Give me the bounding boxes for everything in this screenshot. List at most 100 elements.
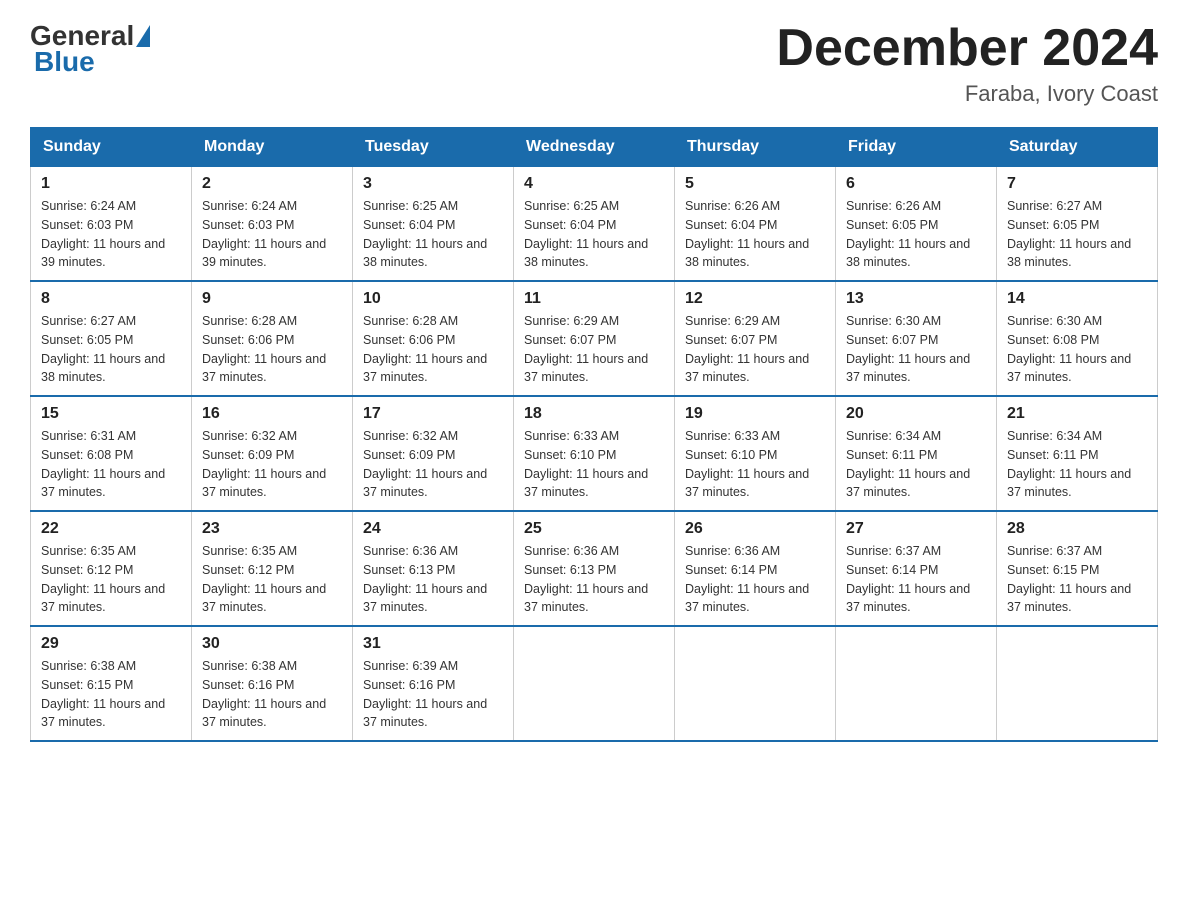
calendar-cell: 31 Sunrise: 6:39 AM Sunset: 6:16 PM Dayl…	[353, 626, 514, 741]
day-info: Sunrise: 6:34 AM Sunset: 6:11 PM Dayligh…	[846, 427, 986, 502]
day-header-tuesday: Tuesday	[353, 128, 514, 167]
calendar-cell: 3 Sunrise: 6:25 AM Sunset: 6:04 PM Dayli…	[353, 167, 514, 282]
day-number: 30	[202, 635, 342, 653]
calendar-cell: 11 Sunrise: 6:29 AM Sunset: 6:07 PM Dayl…	[514, 281, 675, 396]
day-info: Sunrise: 6:36 AM Sunset: 6:13 PM Dayligh…	[363, 542, 503, 617]
day-info: Sunrise: 6:38 AM Sunset: 6:15 PM Dayligh…	[41, 657, 181, 732]
calendar-cell: 2 Sunrise: 6:24 AM Sunset: 6:03 PM Dayli…	[192, 167, 353, 282]
calendar-cell: 26 Sunrise: 6:36 AM Sunset: 6:14 PM Dayl…	[675, 511, 836, 626]
day-info: Sunrise: 6:29 AM Sunset: 6:07 PM Dayligh…	[524, 312, 664, 387]
calendar-cell: 9 Sunrise: 6:28 AM Sunset: 6:06 PM Dayli…	[192, 281, 353, 396]
day-header-saturday: Saturday	[997, 128, 1158, 167]
calendar-cell: 15 Sunrise: 6:31 AM Sunset: 6:08 PM Dayl…	[31, 396, 192, 511]
day-number: 26	[685, 520, 825, 538]
day-number: 31	[363, 635, 503, 653]
day-info: Sunrise: 6:37 AM Sunset: 6:14 PM Dayligh…	[846, 542, 986, 617]
day-info: Sunrise: 6:28 AM Sunset: 6:06 PM Dayligh…	[363, 312, 503, 387]
day-number: 12	[685, 290, 825, 308]
day-number: 13	[846, 290, 986, 308]
calendar-cell: 12 Sunrise: 6:29 AM Sunset: 6:07 PM Dayl…	[675, 281, 836, 396]
day-number: 20	[846, 405, 986, 423]
logo: General Blue	[30, 20, 152, 78]
day-number: 29	[41, 635, 181, 653]
day-info: Sunrise: 6:38 AM Sunset: 6:16 PM Dayligh…	[202, 657, 342, 732]
day-number: 3	[363, 175, 503, 193]
day-number: 5	[685, 175, 825, 193]
calendar-table: SundayMondayTuesdayWednesdayThursdayFrid…	[30, 127, 1158, 742]
day-header-thursday: Thursday	[675, 128, 836, 167]
day-info: Sunrise: 6:31 AM Sunset: 6:08 PM Dayligh…	[41, 427, 181, 502]
calendar-cell: 1 Sunrise: 6:24 AM Sunset: 6:03 PM Dayli…	[31, 167, 192, 282]
day-number: 1	[41, 175, 181, 193]
day-number: 23	[202, 520, 342, 538]
calendar-week-5: 29 Sunrise: 6:38 AM Sunset: 6:15 PM Dayl…	[31, 626, 1158, 741]
day-header-sunday: Sunday	[31, 128, 192, 167]
calendar-cell: 27 Sunrise: 6:37 AM Sunset: 6:14 PM Dayl…	[836, 511, 997, 626]
day-info: Sunrise: 6:35 AM Sunset: 6:12 PM Dayligh…	[41, 542, 181, 617]
calendar-cell: 23 Sunrise: 6:35 AM Sunset: 6:12 PM Dayl…	[192, 511, 353, 626]
calendar-cell	[997, 626, 1158, 741]
calendar-header: SundayMondayTuesdayWednesdayThursdayFrid…	[31, 128, 1158, 167]
calendar-cell: 24 Sunrise: 6:36 AM Sunset: 6:13 PM Dayl…	[353, 511, 514, 626]
calendar-cell: 22 Sunrise: 6:35 AM Sunset: 6:12 PM Dayl…	[31, 511, 192, 626]
calendar-cell: 4 Sunrise: 6:25 AM Sunset: 6:04 PM Dayli…	[514, 167, 675, 282]
day-info: Sunrise: 6:37 AM Sunset: 6:15 PM Dayligh…	[1007, 542, 1147, 617]
day-number: 2	[202, 175, 342, 193]
day-info: Sunrise: 6:26 AM Sunset: 6:04 PM Dayligh…	[685, 197, 825, 272]
calendar-cell: 6 Sunrise: 6:26 AM Sunset: 6:05 PM Dayli…	[836, 167, 997, 282]
logo-blue-text: Blue	[34, 46, 95, 77]
calendar-cell: 28 Sunrise: 6:37 AM Sunset: 6:15 PM Dayl…	[997, 511, 1158, 626]
location-subtitle: Faraba, Ivory Coast	[776, 81, 1158, 107]
calendar-cell: 13 Sunrise: 6:30 AM Sunset: 6:07 PM Dayl…	[836, 281, 997, 396]
calendar-cell: 21 Sunrise: 6:34 AM Sunset: 6:11 PM Dayl…	[997, 396, 1158, 511]
day-info: Sunrise: 6:24 AM Sunset: 6:03 PM Dayligh…	[41, 197, 181, 272]
day-number: 14	[1007, 290, 1147, 308]
day-info: Sunrise: 6:32 AM Sunset: 6:09 PM Dayligh…	[363, 427, 503, 502]
day-info: Sunrise: 6:36 AM Sunset: 6:14 PM Dayligh…	[685, 542, 825, 617]
calendar-cell: 8 Sunrise: 6:27 AM Sunset: 6:05 PM Dayli…	[31, 281, 192, 396]
day-info: Sunrise: 6:33 AM Sunset: 6:10 PM Dayligh…	[524, 427, 664, 502]
day-number: 24	[363, 520, 503, 538]
day-number: 11	[524, 290, 664, 308]
calendar-week-2: 8 Sunrise: 6:27 AM Sunset: 6:05 PM Dayli…	[31, 281, 1158, 396]
day-info: Sunrise: 6:30 AM Sunset: 6:07 PM Dayligh…	[846, 312, 986, 387]
day-info: Sunrise: 6:24 AM Sunset: 6:03 PM Dayligh…	[202, 197, 342, 272]
calendar-cell	[514, 626, 675, 741]
page-header: General Blue December 2024 Faraba, Ivory…	[30, 20, 1158, 107]
day-info: Sunrise: 6:28 AM Sunset: 6:06 PM Dayligh…	[202, 312, 342, 387]
day-info: Sunrise: 6:35 AM Sunset: 6:12 PM Dayligh…	[202, 542, 342, 617]
day-number: 4	[524, 175, 664, 193]
day-number: 10	[363, 290, 503, 308]
day-info: Sunrise: 6:30 AM Sunset: 6:08 PM Dayligh…	[1007, 312, 1147, 387]
day-info: Sunrise: 6:27 AM Sunset: 6:05 PM Dayligh…	[41, 312, 181, 387]
calendar-cell: 7 Sunrise: 6:27 AM Sunset: 6:05 PM Dayli…	[997, 167, 1158, 282]
day-info: Sunrise: 6:27 AM Sunset: 6:05 PM Dayligh…	[1007, 197, 1147, 272]
day-number: 22	[41, 520, 181, 538]
calendar-cell: 14 Sunrise: 6:30 AM Sunset: 6:08 PM Dayl…	[997, 281, 1158, 396]
day-number: 8	[41, 290, 181, 308]
calendar-week-1: 1 Sunrise: 6:24 AM Sunset: 6:03 PM Dayli…	[31, 167, 1158, 282]
calendar-cell: 18 Sunrise: 6:33 AM Sunset: 6:10 PM Dayl…	[514, 396, 675, 511]
day-number: 18	[524, 405, 664, 423]
day-info: Sunrise: 6:26 AM Sunset: 6:05 PM Dayligh…	[846, 197, 986, 272]
day-info: Sunrise: 6:25 AM Sunset: 6:04 PM Dayligh…	[524, 197, 664, 272]
day-number: 19	[685, 405, 825, 423]
day-number: 17	[363, 405, 503, 423]
day-info: Sunrise: 6:34 AM Sunset: 6:11 PM Dayligh…	[1007, 427, 1147, 502]
calendar-week-3: 15 Sunrise: 6:31 AM Sunset: 6:08 PM Dayl…	[31, 396, 1158, 511]
day-number: 7	[1007, 175, 1147, 193]
day-number: 21	[1007, 405, 1147, 423]
calendar-cell: 16 Sunrise: 6:32 AM Sunset: 6:09 PM Dayl…	[192, 396, 353, 511]
day-info: Sunrise: 6:25 AM Sunset: 6:04 PM Dayligh…	[363, 197, 503, 272]
day-header-monday: Monday	[192, 128, 353, 167]
month-year-title: December 2024	[776, 20, 1158, 77]
title-section: December 2024 Faraba, Ivory Coast	[776, 20, 1158, 107]
day-info: Sunrise: 6:39 AM Sunset: 6:16 PM Dayligh…	[363, 657, 503, 732]
day-number: 28	[1007, 520, 1147, 538]
calendar-week-4: 22 Sunrise: 6:35 AM Sunset: 6:12 PM Dayl…	[31, 511, 1158, 626]
calendar-cell: 17 Sunrise: 6:32 AM Sunset: 6:09 PM Dayl…	[353, 396, 514, 511]
day-header-row: SundayMondayTuesdayWednesdayThursdayFrid…	[31, 128, 1158, 167]
calendar-cell: 29 Sunrise: 6:38 AM Sunset: 6:15 PM Dayl…	[31, 626, 192, 741]
logo-triangle-icon	[136, 25, 150, 47]
calendar-cell: 10 Sunrise: 6:28 AM Sunset: 6:06 PM Dayl…	[353, 281, 514, 396]
